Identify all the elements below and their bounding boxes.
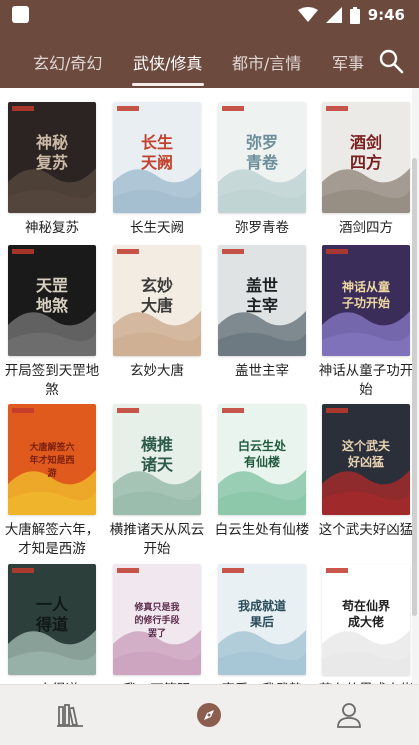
book-card[interactable]: 修真只是我的修行手段罢了我，万篇强 xyxy=(109,564,205,684)
book-grid: 神秘复苏 神秘复苏 长生天阙 长生天阙 弥罗青卷 弥罗青卷 酒剑四方 酒剑四方 天罡地煞 开局签到… xyxy=(0,88,412,684)
cover-title: 天罡地煞 xyxy=(36,276,69,315)
book-card[interactable]: 酒剑四方 酒剑四方 xyxy=(318,102,412,238)
book-card[interactable]: 玄妙大唐 玄妙大唐 xyxy=(109,245,205,381)
book-cover[interactable]: 神话从童子功开始 xyxy=(322,245,410,356)
status-bar: 9:46 xyxy=(0,0,419,30)
bottom-navigation xyxy=(0,684,419,745)
search-icon[interactable] xyxy=(378,48,404,74)
book-cover[interactable]: 长生天阙 xyxy=(113,102,201,213)
book-title[interactable]: 盖世主宰 xyxy=(214,362,310,381)
scrollbar-thumb[interactable] xyxy=(412,158,417,616)
book-cover[interactable]: 弥罗青卷 xyxy=(218,102,306,213)
book-cover[interactable]: 修真只是我的修行手段罢了 xyxy=(113,564,201,675)
book-title[interactable]: 神话从童子功开始 xyxy=(318,362,412,400)
person-icon[interactable] xyxy=(333,699,365,731)
book-title[interactable]: 白云生处有仙楼 xyxy=(214,521,310,540)
book-card[interactable]: 这个武夫好凶猛 这个武夫好凶猛 xyxy=(318,404,412,540)
cover-title: 横推诸天 xyxy=(141,435,174,474)
status-time: 9:46 xyxy=(367,6,405,24)
book-title[interactable]: 开局签到天罡地煞 xyxy=(4,362,100,400)
cover-title: 盖世主宰 xyxy=(246,276,278,315)
tab-wuxia[interactable]: 武侠/修真 xyxy=(133,50,202,74)
book-card[interactable]: 苟在仙界成大佬苟在仙界成大佬 xyxy=(318,564,412,684)
book-cover[interactable]: 横推诸天 xyxy=(113,404,201,515)
book-cover[interactable]: 大唐解签六年才知是西游 xyxy=(8,404,96,515)
book-card[interactable]: 我成就道果后官爱，我武静 xyxy=(214,564,310,684)
book-cover[interactable]: 盖世主宰 xyxy=(218,245,306,356)
cover-title: 弥罗青卷 xyxy=(246,133,279,172)
book-card[interactable]: 弥罗青卷 弥罗青卷 xyxy=(214,102,310,238)
book-card[interactable]: 神秘复苏 神秘复苏 xyxy=(4,102,100,238)
cover-title: 酒剑四方 xyxy=(350,133,382,172)
cover-title: 神秘复苏 xyxy=(35,133,68,172)
book-cover[interactable]: 苟在仙界成大佬 xyxy=(322,564,410,675)
book-title[interactable]: 酒剑四方 xyxy=(318,219,412,238)
book-cover[interactable]: 一人得道 xyxy=(8,564,96,675)
book-card[interactable]: 神话从童子功开始 神话从童子功开始 xyxy=(318,245,412,400)
book-card[interactable]: 盖世主宰 盖世主宰 xyxy=(214,245,310,381)
category-tabs: 玄幻/奇幻 武侠/修真 都市/言情 军事 xyxy=(0,40,419,88)
app-bar: 9:46 玄幻/奇幻 武侠/修真 都市/言情 军事 xyxy=(0,0,419,88)
book-card[interactable]: 白云生处有仙楼 白云生处有仙楼 xyxy=(214,404,310,540)
book-title[interactable]: 这个武夫好凶猛 xyxy=(318,521,412,540)
book-cover[interactable]: 神秘复苏 xyxy=(8,102,96,213)
book-card[interactable]: 长生天阙 长生天阙 xyxy=(109,102,205,238)
tab-dushi[interactable]: 都市/言情 xyxy=(232,50,301,74)
cover-title: 一人得道 xyxy=(35,595,69,634)
tab-junshi[interactable]: 军事 xyxy=(332,50,364,74)
compass-icon[interactable] xyxy=(193,699,225,731)
book-cover[interactable]: 白云生处有仙楼 xyxy=(218,404,306,515)
book-card[interactable]: 一人得道一人得道 xyxy=(4,564,100,684)
book-cover[interactable]: 这个武夫好凶猛 xyxy=(322,404,410,515)
scrollbar[interactable] xyxy=(412,88,419,684)
signal-icon xyxy=(325,7,342,23)
book-card[interactable]: 天罡地煞开局签到天罡地煞 xyxy=(4,245,100,400)
book-title[interactable]: 弥罗青卷 xyxy=(214,219,310,238)
book-title[interactable]: 神秘复苏 xyxy=(4,219,100,238)
notification-icon xyxy=(12,6,29,23)
book-cover[interactable]: 天罡地煞 xyxy=(8,245,96,356)
book-cover[interactable]: 酒剑四方 xyxy=(322,102,410,213)
battery-icon xyxy=(349,6,360,24)
book-card[interactable]: 大唐解签六年才知是西游大唐解签六年，才知是西游 xyxy=(4,404,100,559)
active-tab-indicator xyxy=(132,83,204,86)
tab-xuanhuan[interactable]: 玄幻/奇幻 xyxy=(33,50,102,74)
book-card[interactable]: 横推诸天横推诸天从风云开始 xyxy=(109,404,205,559)
book-title[interactable]: 横推诸天从风云开始 xyxy=(109,521,205,559)
cover-title: 长生天阙 xyxy=(141,133,173,172)
book-title[interactable]: 长生天阙 xyxy=(109,219,205,238)
cover-title: 玄妙大唐 xyxy=(141,276,173,315)
book-cover[interactable]: 我成就道果后 xyxy=(218,564,306,675)
book-title[interactable]: 大唐解签六年，才知是西游 xyxy=(4,521,100,559)
book-title[interactable]: 玄妙大唐 xyxy=(109,362,205,381)
book-cover[interactable]: 玄妙大唐 xyxy=(113,245,201,356)
bookshelf-icon[interactable] xyxy=(54,699,86,731)
wifi-icon xyxy=(297,7,318,22)
